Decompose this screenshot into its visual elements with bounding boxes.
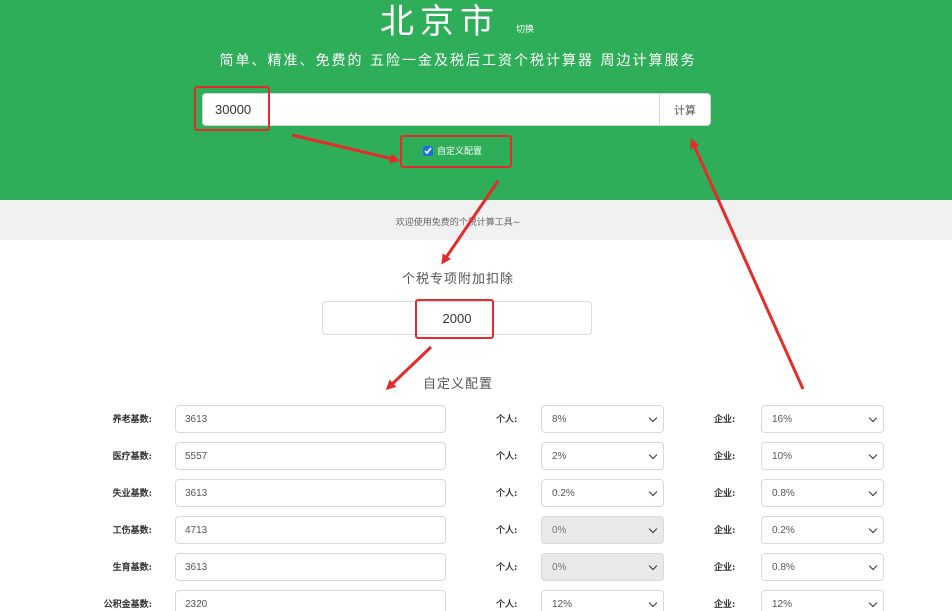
annotation-arrow [690, 138, 805, 390]
annotation-arrows [291, 133, 805, 391]
annotation-arrow [441, 180, 500, 265]
annotation-arrow [291, 133, 400, 164]
calculator-page: 北京市 切换 简单、精准、免费的 五险一金及税后工资个税计算器 周边计算服务 计… [0, 0, 952, 611]
annotation-arrow [385, 345, 433, 391]
